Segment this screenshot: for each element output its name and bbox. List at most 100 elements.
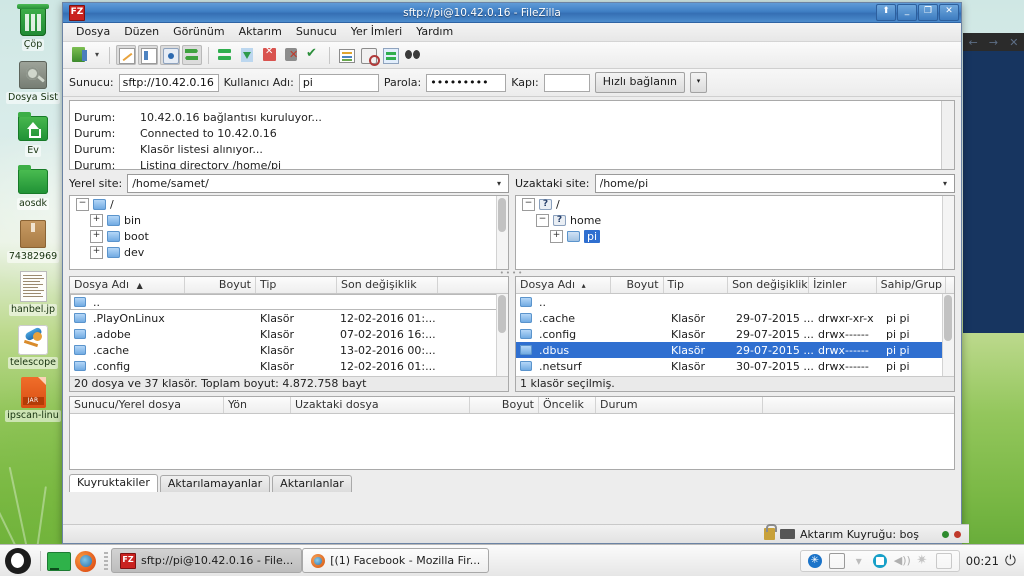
taskbar-drag-handle[interactable] [104,551,108,570]
menu-sunucu[interactable]: Sunucu [289,23,344,41]
firefox-icon[interactable] [75,549,99,573]
remote-list-scrollbar[interactable] [942,294,954,376]
site-manager-icon[interactable] [69,45,89,65]
close-button[interactable]: ✕ [939,4,959,21]
tree-item[interactable]: − ? / [516,196,954,212]
titlebar[interactable]: FZ sftp://pi@10.42.0.16 - FileZilla ⬆ _ … [63,3,961,23]
table-row[interactable]: .. [516,294,954,310]
search-icon[interactable] [402,45,422,65]
clock[interactable]: 00:21 [966,554,999,568]
column-header-type[interactable]: Tip [664,277,729,293]
menu-yardim[interactable]: Yardım [409,23,460,41]
column-header-name[interactable]: Dosya Adı ▲ [70,277,185,293]
desktop-icon-archive[interactable]: 74382969 [0,216,66,263]
power-icon[interactable]: ⏻ [1005,554,1016,568]
terminal-icon[interactable] [47,549,71,573]
expander-icon[interactable]: − [522,197,535,211]
column-header-permissions[interactable]: İzinler [809,277,877,293]
local-tree-scrollbar[interactable] [496,196,508,269]
port-input[interactable] [543,73,590,92]
expander-icon[interactable]: − [536,213,549,227]
battery-icon[interactable] [935,552,952,569]
remote-file-list[interactable]: Dosya Adı ▴ Boyut Tip Son değişiklik İzi… [515,276,955,392]
column-header-status[interactable]: Durum [596,397,763,413]
taskbar-window-filezilla[interactable]: FZ sftp://pi@10.42.0.16 - File... [111,548,303,573]
volume-icon[interactable]: ◀)) [894,554,911,568]
chevron-down-icon[interactable]: ▾ [938,179,952,188]
expander-icon[interactable]: − [76,197,89,211]
menu-duzen[interactable]: Düzen [117,23,166,41]
table-row[interactable]: .adobe Klasör 07-02-2016 16:... [70,326,508,342]
cancel-transfer-icon[interactable] [259,45,279,65]
background-window[interactable] [963,33,1024,333]
background-window-titlebar[interactable]: ← → ✕ [963,33,1024,51]
site-manager-dropdown-icon[interactable]: ▾ [91,46,103,64]
chevron-down-icon[interactable]: ▾ [492,179,506,188]
local-list-scrollbar[interactable] [496,294,508,376]
tree-item[interactable]: + pi [516,228,954,244]
taskbar-window-firefox[interactable]: [(1) Facebook - Mozilla Fir... [302,548,490,573]
desktop-icon-jar[interactable]: JAR ipscan-linu [0,375,66,422]
column-header-name[interactable]: Dosya Adı ▴ [516,277,611,293]
remote-tree-scrollbar[interactable] [942,196,954,269]
table-row[interactable]: .cache Klasör 13-02-2016 00:... [70,342,508,358]
toggle-message-log-icon[interactable] [116,45,136,65]
desktop-icon-home[interactable]: Ev [0,110,66,157]
remote-site-combo[interactable]: /home/pi ▾ [594,173,955,193]
forward-icon[interactable]: → [989,36,998,49]
expander-icon[interactable]: + [90,245,103,259]
local-site-combo[interactable]: /home/samet/ ▾ [127,173,509,193]
column-header-type[interactable]: Tip [256,277,337,293]
clipboard-icon[interactable] [828,552,845,569]
table-row[interactable]: .netsurf Klasör 30-07-2015 ... drwx-----… [516,358,954,374]
minimize-button[interactable]: _ [897,4,917,21]
toggle-transfer-queue-icon[interactable] [160,45,180,65]
tree-item[interactable]: + bin [70,212,508,228]
tab-aktarilanlar[interactable]: Aktarılanlar [272,475,352,492]
expander-icon[interactable]: + [90,213,103,227]
tree-item[interactable]: − ? home [516,212,954,228]
column-header-remote-file[interactable]: Uzaktaki dosya [291,397,470,413]
tree-item[interactable]: + dev [70,244,508,260]
gear-icon[interactable]: ✷ [915,553,929,568]
local-directory-tree[interactable]: − / + bin + boot + dev [69,195,509,270]
refresh-icon[interactable] [215,45,235,65]
compare-directories-icon[interactable] [358,45,380,66]
table-row-selected[interactable]: .dbus Klasör 29-07-2015 ... drwx------ p… [516,342,954,358]
maximize-button[interactable]: ❐ [918,4,938,21]
local-file-list[interactable]: Dosya Adı ▲ Boyut Tip Son değişiklik .. [69,276,509,392]
tree-item[interactable]: − / [70,196,508,212]
bluetooth-icon[interactable]: ✳ [807,553,822,568]
table-row[interactable]: .PlayOnLinux Klasör 12-02-2016 01:... [70,310,508,326]
column-header-modified[interactable]: Son değişiklik [337,277,438,293]
queue-body[interactable] [70,414,954,469]
menu-yer-imleri[interactable]: Yer İmleri [344,23,409,41]
toggle-remote-tree-icon[interactable] [182,45,202,65]
screen-icon[interactable] [872,553,887,568]
start-menu-icon[interactable] [5,547,31,574]
local-file-list-body[interactable]: .. .PlayOnLinux Klasör 12-02-2016 01:...… [70,294,508,376]
quickconnect-dropdown-icon[interactable]: ▾ [689,72,707,93]
table-row[interactable]: .cache Klasör 29-07-2015 ... drwxr-xr-x … [516,310,954,326]
password-input[interactable] [426,73,507,92]
menu-aktarim[interactable]: Aktarım [232,23,289,41]
reconnect-icon[interactable] [303,45,323,65]
table-row[interactable]: .elinks Klasör 11-02-2016 15: [70,374,508,377]
disconnect-icon[interactable] [281,45,301,65]
menu-gorunum[interactable]: Görünüm [166,23,231,41]
table-row[interactable]: .config Klasör 12-02-2016 01:... [70,358,508,374]
column-header-size[interactable]: Boyut [470,397,539,413]
table-row[interactable]: .thumb Klasör 29-07-2015 drwx------ pi p… [516,374,954,377]
transfer-queue[interactable]: Sunucu/Yerel dosya Yön Uzaktaki dosya Bo… [69,396,955,470]
table-row[interactable]: .. [70,294,508,310]
desktop-icon-telescope[interactable]: telescope [0,322,66,369]
column-header-priority[interactable]: Öncelik [539,397,596,413]
quickconnect-button[interactable]: Hızlı bağlanın [594,72,685,93]
desktop-icon-image[interactable]: hanbel.jp [0,269,66,316]
expander-icon[interactable]: + [550,229,563,243]
process-queue-icon[interactable] [237,45,257,65]
column-header-local-file[interactable]: Sunucu/Yerel dosya [70,397,224,413]
remote-directory-tree[interactable]: − ? / − ? home + pi [515,195,955,270]
filter-icon[interactable] [336,45,356,65]
expander-icon[interactable]: + [90,229,103,243]
